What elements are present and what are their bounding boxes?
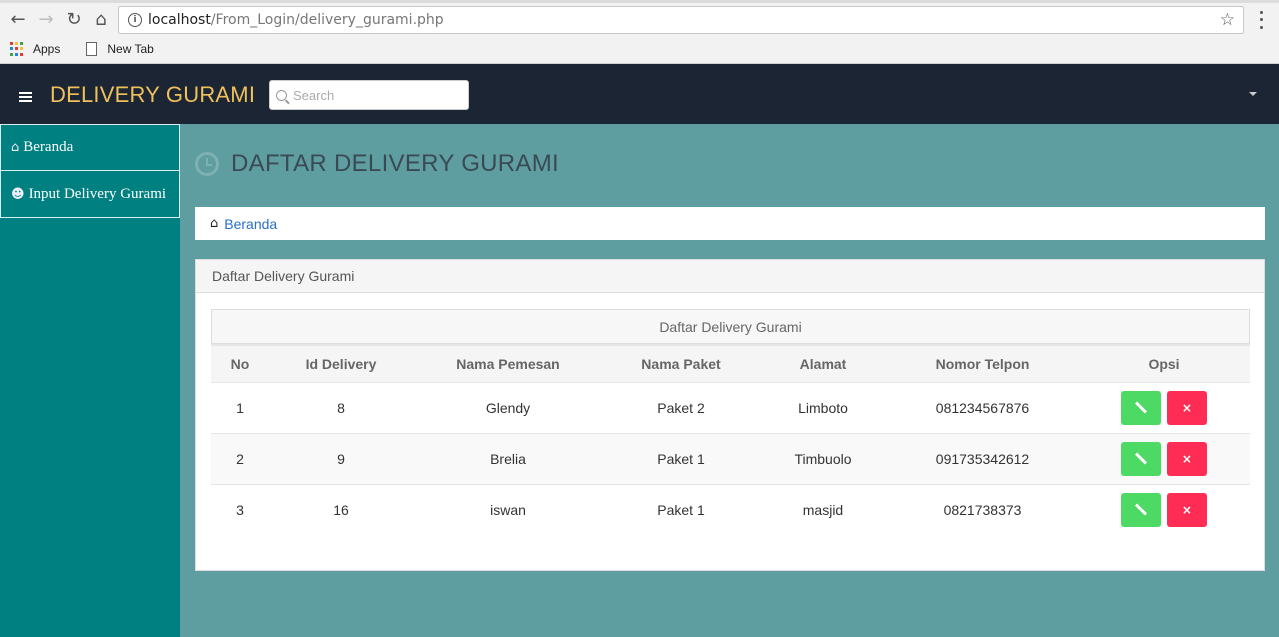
search-icon — [276, 89, 287, 101]
browser-menu-icon[interactable] — [1253, 9, 1269, 31]
close-icon: × — [1181, 451, 1192, 466]
edit-button[interactable] — [1121, 441, 1162, 476]
sidebar-item-input-delivery[interactable]: ☻ Input Delivery Gurami — [0, 171, 180, 218]
edit-button[interactable] — [1121, 390, 1162, 425]
cell-nama-pemesan: iswan — [490, 501, 526, 518]
forward-icon[interactable]: → — [35, 8, 57, 30]
sidebar-item-label: Input Delivery Gurami — [28, 185, 167, 202]
info-icon[interactable]: i — [128, 13, 142, 27]
pencil-icon — [1135, 401, 1148, 414]
bookmark-star-icon[interactable]: ☆ — [1220, 10, 1235, 30]
search-box[interactable] — [269, 80, 469, 110]
sidebar-item-beranda[interactable]: ⌂ Beranda — [0, 124, 180, 171]
cell-nomor-telpon: 0821738373 — [943, 501, 1022, 518]
table-container: Daftar Delivery Gurami No Id Delivery Na… — [211, 309, 1250, 535]
url-text[interactable]: localhost/From_Login/delivery_gurami.php — [148, 12, 444, 28]
table-row: 1 8 Glendy Paket 2 Limboto 081234567876 … — [211, 382, 1250, 434]
cell-alamat: masjid — [802, 501, 844, 518]
bookmark-new-tab[interactable]: New Tab — [70, 42, 154, 56]
search-input[interactable] — [293, 87, 463, 103]
breadcrumb: ⌂ Beranda — [195, 207, 1265, 240]
cell-no: 3 — [236, 501, 244, 518]
cell-alamat: Timbuolo — [759, 433, 887, 485]
column-header: Id Delivery — [269, 344, 413, 383]
user-dropdown-caret-icon[interactable] — [1249, 92, 1257, 96]
sidebar: ⌂ Beranda ☻ Input Delivery Gurami — [0, 124, 180, 637]
clock-icon — [195, 152, 219, 176]
browser-chrome: ← → ↻ ⌂ i localhost/From_Login/delivery_… — [0, 0, 1279, 64]
home-icon[interactable]: ⌂ — [90, 8, 112, 30]
cell-no: 1 — [211, 382, 269, 434]
home-icon: ⌂ — [210, 216, 219, 231]
cell-opsi: × — [1078, 433, 1250, 485]
cell-nomor-telpon: 081234567876 — [887, 382, 1078, 434]
table-caption: Daftar Delivery Gurami — [211, 309, 1250, 344]
column-header: Alamat — [759, 344, 887, 383]
cell-opsi: × — [1078, 382, 1250, 434]
pencil-icon — [1135, 503, 1148, 516]
column-header: Nama Pemesan — [413, 344, 603, 383]
page-icon — [86, 42, 98, 56]
cell-alamat: Limboto — [759, 382, 887, 434]
cell-id-delivery: 8 — [269, 382, 413, 434]
column-header: Opsi — [1078, 344, 1250, 383]
panel-heading: Daftar Delivery Gurami — [196, 260, 1264, 293]
reload-icon[interactable]: ↻ — [63, 8, 85, 30]
cell-opsi: × — [1078, 484, 1250, 535]
column-header: Nama Paket — [603, 344, 759, 383]
table-row: 3 16 iswan Paket 1 masjid 0821738373 × — [211, 484, 1250, 535]
cell-no: 2 — [211, 433, 269, 485]
delivery-table: No Id Delivery Nama Pemesan Nama Paket A… — [211, 344, 1250, 535]
cell-nomor-telpon: 091735342612 — [887, 433, 1078, 485]
home-icon: ⌂ — [11, 140, 20, 155]
sidebar-item-label: Beranda — [23, 139, 74, 155]
user-icon: ☻ — [11, 186, 25, 202]
column-header: Nomor Telpon — [887, 344, 1078, 383]
table-row: 2 9 Brelia Paket 1 Timbuolo 091735342612… — [211, 433, 1250, 485]
bookmarks-bar: Apps New Tab — [0, 38, 154, 60]
top-navbar: DELIVERY GURAMI — [0, 64, 1279, 124]
close-icon: × — [1181, 400, 1192, 415]
cell-id-delivery: 16 — [333, 501, 349, 518]
brand-title[interactable]: DELIVERY GURAMI — [50, 82, 255, 108]
cell-nama-pemesan: Brelia — [413, 433, 603, 485]
tab-strip — [0, 0, 1279, 3]
delete-button[interactable]: × — [1166, 441, 1207, 476]
back-icon[interactable]: ← — [7, 8, 29, 30]
apps-grid-icon — [10, 42, 24, 56]
delete-button[interactable]: × — [1166, 390, 1207, 425]
cell-nama-paket: Paket 2 — [603, 382, 759, 434]
bookmark-label: New Tab — [107, 42, 154, 56]
edit-button[interactable] — [1121, 492, 1162, 527]
table-header-row: No Id Delivery Nama Pemesan Nama Paket A… — [211, 344, 1250, 383]
cell-nama-paket: Paket 1 — [603, 433, 759, 485]
hamburger-menu-icon[interactable] — [19, 92, 32, 102]
delivery-panel: Daftar Delivery Gurami Daftar Delivery G… — [195, 259, 1265, 571]
cell-nama-pemesan: Glendy — [413, 382, 603, 434]
page-title: DAFTAR DELIVERY GURAMI — [231, 150, 559, 177]
pencil-icon — [1135, 452, 1148, 465]
bookmark-label: Apps — [33, 42, 61, 56]
close-icon: × — [1181, 502, 1192, 517]
cell-id-delivery: 9 — [269, 433, 413, 485]
cell-nama-paket: Paket 1 — [657, 501, 705, 518]
bookmark-apps[interactable]: Apps — [10, 42, 60, 56]
column-header: No — [211, 344, 269, 383]
page-header: DAFTAR DELIVERY GURAMI — [195, 150, 559, 178]
address-bar[interactable]: i localhost/From_Login/delivery_gurami.p… — [118, 6, 1244, 34]
breadcrumb-link-beranda[interactable]: Beranda — [224, 216, 277, 232]
delete-button[interactable]: × — [1166, 492, 1207, 527]
